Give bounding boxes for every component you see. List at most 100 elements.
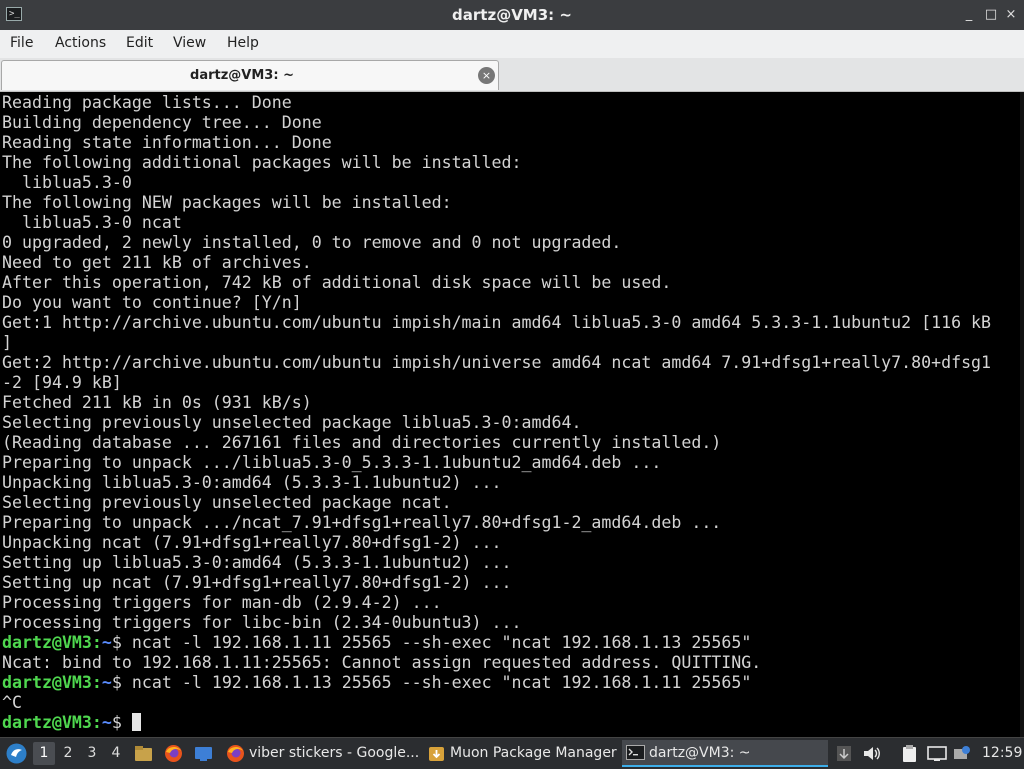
menu-view[interactable]: View xyxy=(173,35,206,51)
terminal-line: Fetched 211 kB in 0s (931 kB/s) xyxy=(2,393,1024,413)
line-text: Get:1 http://archive.ubuntu.com/ubuntu i… xyxy=(2,313,992,332)
line-text: ncat -l 192.168.1.11 25565 --sh-exec "nc… xyxy=(131,633,752,652)
line-text: Reading package lists... Done xyxy=(2,93,292,112)
window-titlebar[interactable]: >_ dartz@VM3: ~ _ □ × xyxy=(0,0,1024,30)
volume-icon[interactable] xyxy=(862,744,882,763)
tab-close-icon[interactable]: × xyxy=(478,67,495,84)
line-text: The following NEW packages will be insta… xyxy=(2,193,452,212)
terminal-line: Preparing to unpack .../ncat_7.91+dfsg1+… xyxy=(2,513,1024,533)
line-text: Preparing to unpack .../liblua5.3-0_5.3.… xyxy=(2,453,662,472)
terminal-line: Reading state information... Done xyxy=(2,133,1024,153)
taskbar: 1 2 3 4 viber stickers - Google... Muon … xyxy=(0,737,1024,769)
prompt-separator: : xyxy=(91,633,102,652)
task-label: dartz@VM3: ~ xyxy=(649,745,751,761)
line-text: Setting up liblua5.3-0:amd64 (5.3.3-1.1u… xyxy=(2,553,512,572)
prompt-user-host: dartz@VM3 xyxy=(2,633,92,652)
terminal-icon xyxy=(626,745,645,760)
terminal-line: The following additional packages will b… xyxy=(2,153,1024,173)
task-firefox[interactable]: viber stickers - Google... xyxy=(222,740,420,767)
terminal-output[interactable]: Reading package lists... Done Building de… xyxy=(0,92,1024,737)
close-button[interactable]: × xyxy=(1002,6,1020,24)
line-text: Get:2 http://archive.ubuntu.com/ubuntu i… xyxy=(2,353,992,372)
line-text: The following additional packages will b… xyxy=(2,153,522,172)
network-icon[interactable] xyxy=(952,744,971,763)
terminal-line: Processing triggers for man-db (2.9.4-2)… xyxy=(2,593,1024,613)
task-muon[interactable]: Muon Package Manager xyxy=(423,740,619,767)
firefox-icon[interactable] xyxy=(164,744,183,763)
line-text: ncat -l 192.168.1.13 25565 --sh-exec "nc… xyxy=(131,673,752,692)
terminal-line: After this operation, 742 kB of addition… xyxy=(2,273,1024,293)
clipboard-icon[interactable] xyxy=(900,744,919,763)
terminal-prompt-line: dartz@VM3:~$ ncat -l 192.168.1.11 25565 … xyxy=(2,633,1024,653)
prompt-separator: : xyxy=(91,673,102,692)
line-text: Do you want to continue? [Y/n] xyxy=(2,293,302,312)
line-text: Processing triggers for libc-bin (2.34-0… xyxy=(2,613,522,632)
task-label: viber stickers - Google... xyxy=(249,745,420,761)
workspace-4[interactable]: 4 xyxy=(105,742,127,765)
menu-edit[interactable]: Edit xyxy=(126,35,153,51)
terminal-line: Unpacking liblua5.3-0:amd64 (5.3.3-1.1ub… xyxy=(2,473,1024,493)
terminal-line: 0 upgraded, 2 newly installed, 0 to remo… xyxy=(2,233,1024,253)
terminal-line: ^C xyxy=(2,693,1024,713)
workspace-2[interactable]: 2 xyxy=(57,742,79,765)
terminal-line: Setting up ncat (7.91+dfsg1+really7.80+d… xyxy=(2,573,1024,593)
terminal-line: liblua5.3-0 xyxy=(2,173,1024,193)
terminal-line: Ncat: bind to 192.168.1.11:25565: Cannot… xyxy=(2,653,1024,673)
workspace-3[interactable]: 3 xyxy=(81,742,103,765)
terminal-prompt-line: dartz@VM3:~$ xyxy=(2,713,1024,733)
line-text: After this operation, 742 kB of addition… xyxy=(2,273,672,292)
line-text: ] xyxy=(2,333,12,352)
line-text: liblua5.3-0 ncat xyxy=(2,213,182,232)
terminal-line: Selecting previously unselected package … xyxy=(2,413,1024,433)
prompt-user-host: dartz@VM3 xyxy=(2,673,92,692)
maximize-button[interactable]: □ xyxy=(982,6,1000,24)
line-text: Setting up ncat (7.91+dfsg1+really7.80+d… xyxy=(2,573,512,592)
tab-label: dartz@VM3: ~ xyxy=(190,68,294,83)
menu-actions[interactable]: Actions xyxy=(55,35,106,51)
terminal-text[interactable]: Reading package lists... Done Building de… xyxy=(0,93,1024,733)
line-text: Reading state information... Done xyxy=(2,133,332,152)
terminal-line: -2 [94.9 kB] xyxy=(2,373,1024,393)
prompt-user-host: dartz@VM3 xyxy=(2,713,92,732)
line-text: liblua5.3-0 xyxy=(2,173,132,192)
terminal-line: Selecting previously unselected package … xyxy=(2,493,1024,513)
line-text: Building dependency tree... Done xyxy=(2,113,322,132)
prompt-path: ~ xyxy=(101,713,112,732)
screen-icon[interactable] xyxy=(927,744,947,763)
terminal-line: Need to get 211 kB of archives. xyxy=(2,253,1024,273)
terminal-line: Reading package lists... Done xyxy=(2,93,1024,113)
terminal-prompt-line: dartz@VM3:~$ ncat -l 192.168.1.13 25565 … xyxy=(2,673,1024,693)
prompt-symbol: $ xyxy=(111,713,132,732)
terminal-scrollbar[interactable] xyxy=(1020,92,1024,737)
terminal-line: Unpacking ncat (7.91+dfsg1+really7.80+df… xyxy=(2,533,1024,553)
file-manager-icon[interactable] xyxy=(134,744,153,763)
workspace-1[interactable]: 1 xyxy=(33,742,55,765)
menu-file[interactable]: File xyxy=(10,35,33,51)
line-text: Processing triggers for man-db (2.9.4-2)… xyxy=(2,593,442,612)
line-text: Ncat: bind to 192.168.1.11:25565: Cannot… xyxy=(2,653,762,672)
terminal-line: Processing triggers for libc-bin (2.34-0… xyxy=(2,613,1024,633)
terminal-line: Building dependency tree... Done xyxy=(2,113,1024,133)
keyboard-layout-icon[interactable] xyxy=(835,744,853,763)
prompt-separator: : xyxy=(91,713,102,732)
minimize-button[interactable]: _ xyxy=(960,6,978,24)
line-text: Fetched 211 kB in 0s (931 kB/s) xyxy=(2,393,312,412)
package-icon xyxy=(429,747,444,761)
task-terminal[interactable]: dartz@VM3: ~ xyxy=(622,740,828,767)
line-text: Preparing to unpack .../ncat_7.91+dfsg1+… xyxy=(2,513,722,532)
line-text: Unpacking ncat (7.91+dfsg1+really7.80+df… xyxy=(2,533,502,552)
start-menu-icon[interactable] xyxy=(6,743,27,764)
line-text: ^C xyxy=(2,693,22,712)
terminal-cursor xyxy=(131,713,141,731)
line-text: -2 [94.9 kB] xyxy=(2,373,122,392)
prompt-symbol: $ xyxy=(111,633,132,652)
prompt-symbol: $ xyxy=(111,673,132,692)
firefox-icon xyxy=(227,745,244,762)
clock[interactable]: 12:59 xyxy=(982,738,1022,769)
desktop-icon[interactable] xyxy=(194,744,213,763)
line-text: 0 upgraded, 2 newly installed, 0 to remo… xyxy=(2,233,622,252)
menu-help[interactable]: Help xyxy=(227,35,259,51)
line-text: Unpacking liblua5.3-0:amd64 (5.3.3-1.1ub… xyxy=(2,473,502,492)
tab-terminal[interactable]: dartz@VM3: ~ × xyxy=(1,60,499,90)
terminal-line: Setting up liblua5.3-0:amd64 (5.3.3-1.1u… xyxy=(2,553,1024,573)
